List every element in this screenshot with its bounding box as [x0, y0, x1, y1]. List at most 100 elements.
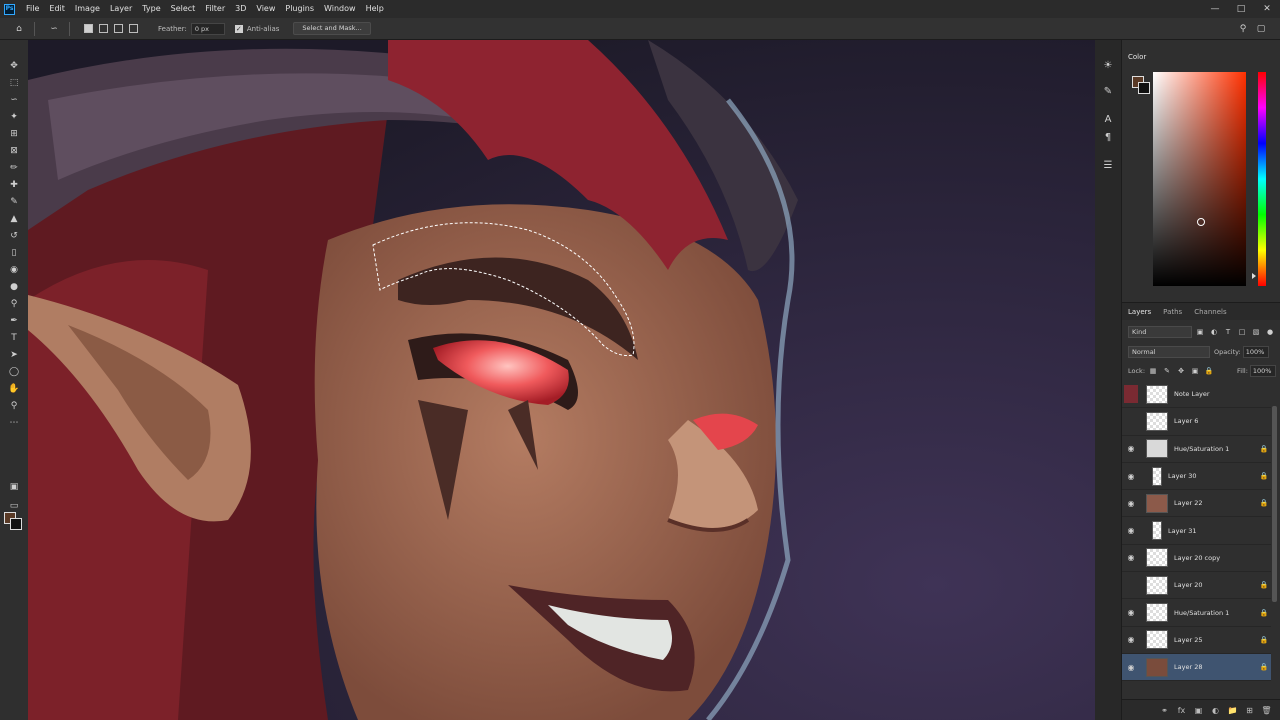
home-icon[interactable]: ⌂ — [12, 22, 26, 36]
shape-filter-icon[interactable]: □ — [1236, 326, 1248, 338]
layer-row-layer-25[interactable]: ◉ Layer 25 🔒 — [1122, 627, 1271, 654]
new-layer-icon[interactable]: ⊞ — [1241, 706, 1258, 715]
move-tool-icon[interactable]: ✥ — [0, 57, 28, 74]
lock-all-icon[interactable]: 🔒 — [1203, 365, 1215, 377]
feather-input[interactable]: 0 px — [190, 22, 225, 35]
layer-style-icon[interactable]: fx — [1173, 706, 1190, 715]
menu-image[interactable]: Image — [70, 0, 105, 18]
visibility-eye-icon[interactable]: ◉ — [1122, 499, 1140, 508]
layer-row-layer-20-copy[interactable]: ◉ Layer 20 copy — [1122, 545, 1271, 573]
layer-row-layer-28[interactable]: ◉ Layer 28 🔒 — [1122, 654, 1271, 682]
smart-object-filter-icon[interactable]: ▧ — [1250, 326, 1262, 338]
history-brush-tool-icon[interactable]: ↺ — [0, 227, 28, 244]
subtract-selection-icon[interactable] — [114, 24, 123, 33]
layer-color-tag[interactable] — [1124, 385, 1138, 404]
lasso-tool-icon[interactable]: ∽ — [0, 91, 28, 108]
select-and-mask-button[interactable]: Select and Mask... — [293, 22, 371, 35]
menu-plugins[interactable]: Plugins — [280, 0, 319, 18]
menu-3d[interactable]: 3D — [230, 0, 251, 18]
lasso-tool-preset-icon[interactable]: ∽ — [47, 22, 61, 36]
close-icon[interactable]: ✕ — [1254, 0, 1280, 18]
visibility-eye-icon[interactable]: ◉ — [1122, 635, 1140, 644]
new-selection-icon[interactable] — [84, 24, 93, 33]
visibility-eye-icon[interactable]: ◉ — [1122, 663, 1140, 672]
menu-window[interactable]: Window — [319, 0, 361, 18]
pixel-filter-icon[interactable]: ▣ — [1194, 326, 1206, 338]
visibility-eye-icon[interactable]: ◉ — [1122, 526, 1140, 535]
character-icon[interactable]: A — [1095, 110, 1121, 128]
visibility-eye-icon[interactable]: ◉ — [1122, 553, 1140, 562]
menu-type[interactable]: Type — [137, 0, 165, 18]
tab-layers[interactable]: Layers — [1122, 308, 1157, 316]
visibility-eye-icon[interactable]: ◉ — [1122, 581, 1140, 590]
layers-scrollbar[interactable] — [1272, 406, 1277, 602]
menu-help[interactable]: Help — [361, 0, 389, 18]
link-layers-icon[interactable]: ⚭ — [1156, 706, 1173, 715]
layer-row-layer-22[interactable]: ◉ Layer 22 🔒 — [1122, 490, 1271, 518]
visibility-eye-icon[interactable]: ◉ — [1122, 608, 1140, 617]
zoom-tool-icon[interactable]: ⚲ — [0, 397, 28, 414]
tab-paths[interactable]: Paths — [1157, 308, 1188, 316]
antialias-checkbox[interactable]: ✓ — [234, 24, 243, 33]
lock-artboard-icon[interactable]: ▣ — [1189, 365, 1201, 377]
menu-file[interactable]: File — [21, 0, 44, 18]
add-mask-icon[interactable]: ▣ — [1190, 706, 1207, 715]
eraser-tool-icon[interactable]: ▯ — [0, 244, 28, 261]
brush-tool-icon[interactable]: ✎ — [0, 193, 28, 210]
menu-layer[interactable]: Layer — [105, 0, 137, 18]
menu-filter[interactable]: Filter — [200, 0, 230, 18]
new-adjustment-icon[interactable]: ◐ — [1207, 706, 1224, 715]
adjustments-icon[interactable]: ☀ — [1095, 56, 1121, 74]
document-canvas[interactable] — [28, 40, 1095, 720]
new-group-icon[interactable]: 📁 — [1224, 706, 1241, 715]
magic-wand-tool-icon[interactable]: ✦ — [0, 108, 28, 125]
paragraph-icon[interactable]: ¶ — [1095, 128, 1121, 146]
frame-tool-icon[interactable]: ⊠ — [0, 142, 28, 159]
dodge-tool-icon[interactable]: ⚲ — [0, 295, 28, 312]
opacity-input[interactable]: 100% — [1242, 346, 1269, 358]
layer-row-layer-20[interactable]: ◉ Layer 20 🔒 — [1122, 572, 1271, 600]
filter-toggle-icon[interactable]: ● — [1264, 326, 1276, 338]
tab-channels[interactable]: Channels — [1188, 308, 1232, 316]
crop-tool-icon[interactable]: ⊞ — [0, 125, 28, 142]
adjustment-filter-icon[interactable]: ◐ — [1208, 326, 1220, 338]
kind-filter-select[interactable]: Kind — [1128, 326, 1192, 338]
hand-tool-icon[interactable]: ✋ — [0, 380, 28, 397]
clone-stamp-tool-icon[interactable]: ▲ — [0, 210, 28, 227]
quick-mask-icon[interactable]: ▣ — [0, 478, 28, 495]
minimize-icon[interactable]: — — [1202, 0, 1228, 18]
workspace-icon[interactable]: ▢ — [1254, 22, 1268, 36]
eyedropper-tool-icon[interactable]: ✏ — [0, 159, 28, 176]
color-picker-field[interactable] — [1153, 72, 1246, 286]
healing-brush-tool-icon[interactable]: ✚ — [0, 176, 28, 193]
blend-mode-select[interactable]: Normal — [1128, 346, 1210, 358]
marquee-tool-icon[interactable]: ⬚ — [0, 74, 28, 91]
layer-row-layer-6[interactable]: ◉ Layer 6 — [1122, 408, 1271, 436]
visibility-eye-icon[interactable]: ◉ — [1122, 417, 1140, 426]
type-filter-icon[interactable]: T — [1222, 326, 1234, 338]
type-tool-icon[interactable]: T — [0, 329, 28, 346]
pen-tool-icon[interactable]: ✒ — [0, 312, 28, 329]
menu-edit[interactable]: Edit — [44, 0, 70, 18]
brush-settings-icon[interactable]: ✎ — [1095, 82, 1121, 100]
hue-slider[interactable] — [1258, 72, 1266, 286]
visibility-eye-icon[interactable]: ◉ — [1122, 472, 1140, 481]
visibility-eye-icon[interactable]: ◉ — [1122, 444, 1140, 453]
layer-row-layer-31[interactable]: ◉ Layer 31 — [1122, 518, 1271, 545]
more-tools-icon[interactable]: ⋯ — [0, 414, 28, 431]
color-picker-ring[interactable] — [1197, 218, 1205, 226]
panel-background-swatch[interactable] — [1138, 82, 1150, 94]
maximize-icon[interactable]: □ — [1228, 0, 1254, 18]
default-colors-icon[interactable] — [0, 431, 28, 453]
lock-image-icon[interactable]: ✎ — [1161, 365, 1173, 377]
layer-row-hue-saturation-1-lower[interactable]: ◉ Hue/Saturation 1 🔒 — [1122, 599, 1271, 627]
intersect-selection-icon[interactable] — [129, 24, 138, 33]
fill-input[interactable]: 100% — [1249, 365, 1276, 377]
paint-bucket-tool-icon[interactable]: ◉ — [0, 261, 28, 278]
delete-layer-icon[interactable]: 🗑 — [1258, 706, 1275, 715]
layer-row-layer-30[interactable]: ◉ Layer 30 🔒 — [1122, 463, 1271, 491]
blur-tool-icon[interactable]: ● — [0, 278, 28, 295]
menu-view[interactable]: View — [251, 0, 280, 18]
layer-row-hue-saturation-1[interactable]: ◉ Hue/Saturation 1 🔒 — [1122, 436, 1271, 463]
menu-select[interactable]: Select — [166, 0, 201, 18]
